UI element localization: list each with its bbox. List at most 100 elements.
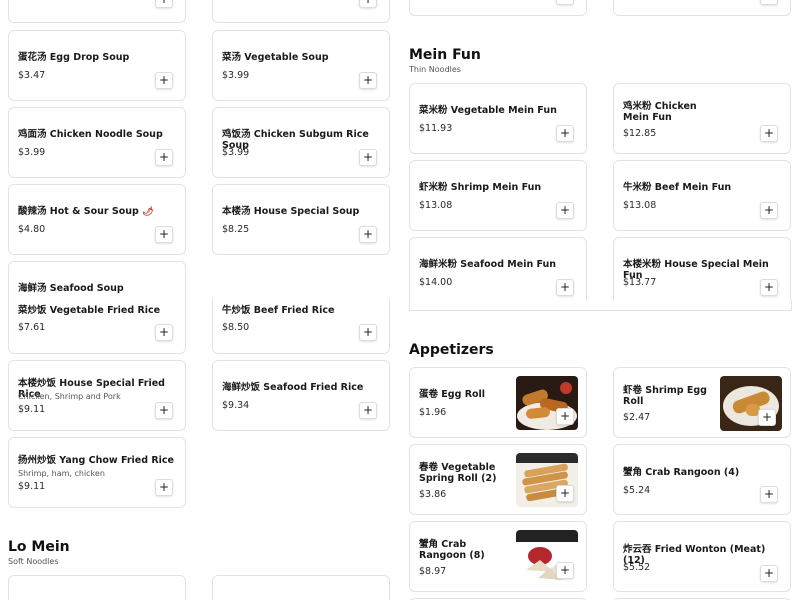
item-name: 蟹角 Crab Rangoon (4) [623, 467, 740, 478]
section-subtitle-mein-fun: Thin Noodles [409, 65, 461, 74]
section-title-lo-mein: Lo Mein [8, 539, 70, 555]
item-price: $1.96 [419, 407, 447, 418]
item-name: 本楼汤 House Special Soup [222, 206, 360, 217]
item-name: 海鲜米粉 Seafood Mein Fun [419, 259, 557, 270]
add-to-cart-button[interactable]: + [556, 408, 574, 425]
item-price: $9.11 [18, 404, 46, 415]
item-name: 海鲜炒饭 Seafood Fried Rice [222, 382, 364, 393]
menu-item-card[interactable]: 虾米粉 Shrimp Mein Fun $13.08 + [409, 160, 587, 231]
item-name: 虾卷 Shrimp Egg Roll [623, 385, 707, 407]
add-to-cart-button[interactable]: + [155, 402, 173, 419]
item-price: $8.50 [222, 322, 250, 333]
add-to-cart-button[interactable]: + [760, 125, 778, 142]
add-to-cart-button[interactable]: + [155, 72, 173, 89]
item-price: $8.25 [222, 224, 250, 235]
menu-item-card[interactable]: + [212, 0, 390, 23]
chili-pepper-icon: 🌶 [142, 207, 154, 217]
item-price: $13.08 [623, 200, 657, 211]
menu-item-card[interactable]: 蟹角 Crab Rangoon (8) $8.97 + [409, 521, 587, 592]
menu-item-card[interactable]: + [8, 0, 186, 23]
item-name: 蛋卷 Egg Roll [419, 389, 486, 400]
add-to-cart-button[interactable]: + [155, 149, 173, 166]
item-price: $4.80 [18, 224, 46, 235]
menu-item-card[interactable]: 蛋卷 Egg Roll $1.96 + [409, 367, 587, 438]
item-name: 鸡面汤 Chicken Noodle Soup [18, 129, 163, 140]
menu-item-card[interactable]: 本楼米粉 House Special Mein Fun $13.77 + [613, 237, 791, 308]
item-name: 蛋花汤 Egg Drop Soup [18, 52, 130, 63]
item-price: $12.85 [623, 128, 657, 139]
item-name: 菜炒饭 Vegetable Fried Rice [18, 305, 161, 316]
item-name: 扬州炒饭 Yang Chow Fried Rice [18, 455, 174, 466]
add-to-cart-button[interactable]: + [760, 279, 778, 296]
add-to-cart-button[interactable]: + [556, 0, 574, 5]
menu-item-card[interactable]: 海鲜汤 Seafood Soup [8, 261, 186, 301]
menu-item-card[interactable]: 虾卷 Shrimp Egg Roll $2.47 + [613, 367, 791, 438]
add-to-cart-button[interactable]: + [556, 485, 574, 502]
item-name: 牛炒饭 Beef Fried Rice [222, 305, 335, 316]
section-subtitle-lo-mein: Soft Noodles [8, 557, 59, 566]
add-to-cart-button[interactable]: + [760, 486, 778, 503]
menu-item-card[interactable] [212, 575, 390, 600]
item-name: 蟹角 Crab Rangoon (8) [419, 539, 485, 561]
menu-item-card[interactable] [8, 575, 186, 600]
overlapping-panel [409, 300, 792, 311]
item-description: Chicken, Shrimp and Pork [18, 392, 121, 401]
add-to-cart-button[interactable]: + [155, 479, 173, 496]
item-price: $3.99 [222, 70, 250, 81]
spring-roll-photo: + [516, 453, 578, 507]
add-to-cart-button[interactable]: + [359, 226, 377, 243]
menu-item-card[interactable]: 牛炒饭 Beef Fried Rice $8.50 + [212, 298, 390, 354]
menu-item-card[interactable]: 牛米粉 Beef Mein Fun $13.08 + [613, 160, 791, 231]
item-price: $5.52 [623, 562, 651, 573]
item-name: 菜汤 Vegetable Soup [222, 52, 329, 63]
section-title-mein-fun: Mein Fun [409, 47, 481, 63]
add-to-cart-button[interactable]: + [359, 149, 377, 166]
menu-item-card[interactable]: 酸辣汤 Hot & Sour Soup 🌶 $4.80 + [8, 184, 186, 255]
add-to-cart-button[interactable]: + [556, 279, 574, 296]
add-to-cart-button[interactable]: + [760, 0, 778, 5]
menu-item-card[interactable]: 菜汤 Vegetable Soup $3.99 + [212, 30, 390, 101]
add-to-cart-button[interactable]: + [758, 409, 776, 426]
menu-item-card[interactable]: 炸云吞 Fried Wonton (Meat) (12) $5.52 + [613, 521, 791, 592]
menu-item-card[interactable]: 本楼炒饭 House Special Fried Rice Chicken, S… [8, 360, 186, 431]
add-to-cart-button[interactable]: + [556, 562, 574, 579]
menu-item-card[interactable]: 蛋花汤 Egg Drop Soup $3.47 + [8, 30, 186, 101]
item-price: $5.24 [623, 485, 651, 496]
add-to-cart-button[interactable]: + [359, 0, 377, 8]
item-name: 春卷 Vegetable Spring Roll (2) [419, 462, 497, 484]
menu-item-card[interactable]: 蟹角 Crab Rangoon (4) $5.24 + [613, 444, 791, 515]
item-price: $3.99 [222, 147, 250, 158]
item-price: $14.00 [419, 277, 453, 288]
section-title-appetizers: Appetizers [409, 342, 494, 358]
item-price: $11.93 [419, 123, 453, 134]
menu-item-card[interactable]: 鸡面汤 Chicken Noodle Soup $3.99 + [8, 107, 186, 178]
menu-item-card[interactable]: 菜米粉 Vegetable Mein Fun $11.93 + [409, 83, 587, 154]
add-to-cart-button[interactable]: + [760, 565, 778, 582]
menu-item-card[interactable]: 海鲜炒饭 Seafood Fried Rice $9.34 + [212, 360, 390, 431]
add-to-cart-button[interactable]: + [359, 402, 377, 419]
item-name: 鸡米粉 Chicken Mein Fun [623, 101, 697, 123]
add-to-cart-button[interactable]: + [155, 324, 173, 341]
menu-item-card[interactable]: 海鲜米粉 Seafood Mein Fun $14.00 + [409, 237, 587, 308]
menu-item-card[interactable]: 扬州炒饭 Yang Chow Fried Rice Shrimp, ham, c… [8, 437, 186, 508]
add-to-cart-button[interactable]: + [155, 0, 173, 8]
menu-item-card[interactable]: 鸡饭汤 Chicken Subgum Rice Soup $3.99 + [212, 107, 390, 178]
add-to-cart-button[interactable]: + [556, 202, 574, 219]
menu-item-card[interactable]: 菜炒饭 Vegetable Fried Rice $7.61 + [8, 298, 186, 354]
item-price: $8.97 [419, 566, 447, 577]
item-name: 酸辣汤 Hot & Sour Soup 🌶 [18, 206, 178, 218]
add-to-cart-button[interactable]: + [760, 202, 778, 219]
add-to-cart-button[interactable]: + [155, 226, 173, 243]
menu-item-card[interactable]: 本楼汤 House Special Soup $8.25 + [212, 184, 390, 255]
add-to-cart-button[interactable]: + [359, 72, 377, 89]
item-price: $9.34 [222, 400, 250, 411]
menu-item-card[interactable]: + [613, 0, 791, 16]
menu-item-card[interactable]: 鸡米粉 Chicken Mein Fun $12.85 + [613, 83, 791, 154]
menu-item-card[interactable]: + [409, 0, 587, 16]
item-price: $3.47 [18, 70, 46, 81]
add-to-cart-button[interactable]: + [359, 324, 377, 341]
item-price: $3.99 [18, 147, 46, 158]
menu-item-card[interactable]: 春卷 Vegetable Spring Roll (2) $3.86 + [409, 444, 587, 515]
add-to-cart-button[interactable]: + [556, 125, 574, 142]
item-name: 海鲜汤 Seafood Soup [18, 283, 124, 294]
